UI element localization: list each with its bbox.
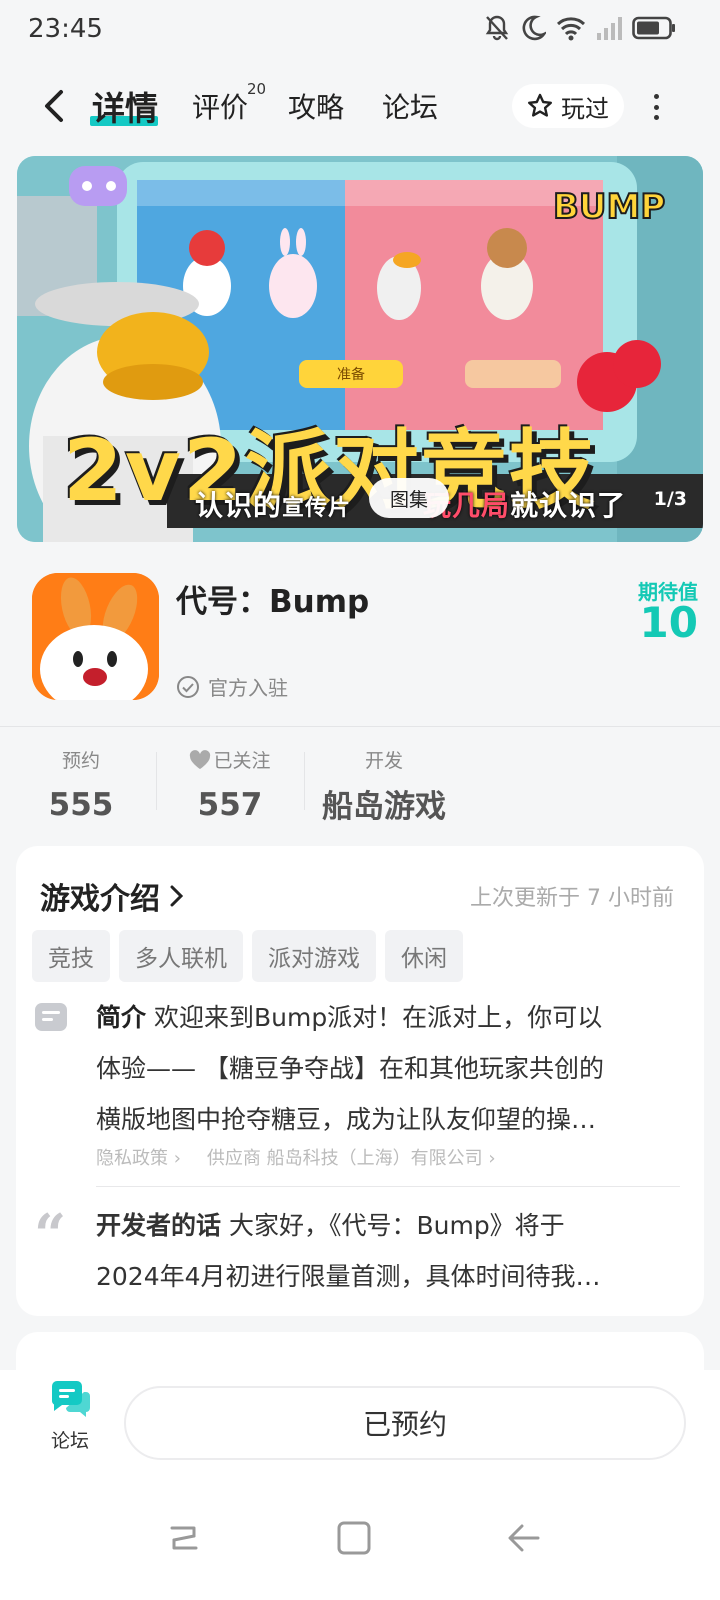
check-circle-icon [177, 675, 199, 698]
tab-reviews[interactable]: 评价 [192, 86, 248, 126]
stat-developer[interactable]: 开发 船岛游戏 [314, 746, 454, 826]
played-button[interactable]: 玩过 [512, 84, 624, 128]
stat-reservations: 预约 555 [40, 746, 122, 823]
mute-icon [485, 15, 509, 41]
bump-logo: BUMP [553, 187, 665, 227]
last-updated: 上次更新于 7 小时前 [470, 886, 674, 911]
back-nav-icon[interactable] [506, 1520, 542, 1556]
stat-label: 已关注 [213, 750, 271, 772]
quote-icon: “ [34, 1202, 67, 1268]
intro-summary[interactable]: 简介 欢迎来到Bump派对！在派对上，你可以 体验—— 【糖豆争夺战】在和其他玩… [96, 992, 676, 1145]
tag-list: 竞技 多人联机 派对游戏 休闲 [32, 930, 463, 982]
status-time: 23:45 [28, 14, 103, 44]
tag-multiplayer[interactable]: 多人联机 [119, 930, 243, 982]
intro-links: 隐私政策 › 供应商 船岛科技（上海）有限公司 › [96, 1144, 496, 1170]
stat-value: 555 [48, 787, 114, 823]
stat-separator [156, 752, 157, 810]
status-icons [484, 14, 676, 42]
dev-note-line-1: 大家好，《代号：Bump》将于 [228, 1211, 565, 1240]
summary-line-3: 横版地图中抢夺糖豆，成为让队友仰望的操… [96, 1105, 597, 1134]
official-label: 官方入驻 [208, 676, 288, 700]
official-badge: 官方入驻 [176, 672, 288, 701]
privacy-policy-link[interactable]: 隐私政策 › [96, 1144, 181, 1170]
developer-name: 船岛游戏 [322, 789, 446, 825]
media-banner[interactable]: 准备 BUMP 2v2派对竞技 认识的宣传片 玩几局就认识了 图集 1/3 [17, 156, 703, 542]
forum-tab-button[interactable]: 论坛 [40, 1380, 100, 1453]
home-icon[interactable] [336, 1520, 372, 1556]
tag-casual[interactable]: 休闲 [385, 930, 463, 982]
developer-note[interactable]: 开发者的话 大家好，《代号：Bump》将于 2024年4月初进行限量首测，具体时… [96, 1200, 676, 1302]
wifi-icon [556, 17, 586, 41]
summary-line-2: 体验—— 【糖豆争夺战】在和其他玩家共创的 [96, 1054, 604, 1083]
signal-icon [597, 17, 622, 40]
chevron-left-icon [45, 90, 63, 122]
status-bar: 23:45 [0, 0, 720, 62]
stat-label: 开发 [364, 750, 403, 772]
card-divider [96, 1186, 680, 1187]
forum-label: 论坛 [50, 1430, 89, 1452]
intro-title[interactable]: 游戏介绍 [40, 874, 184, 918]
heart-icon [190, 749, 211, 769]
supplier-link[interactable]: 供应商 船岛科技（上海）有限公司 › [207, 1144, 496, 1170]
stat-label: 预约 [61, 750, 100, 772]
game-icon [32, 573, 159, 700]
stat-followers[interactable]: 已关注 557 [180, 746, 280, 823]
summary-label: 简介 [96, 1003, 147, 1032]
banner-caption-part-2: 宣传片 [282, 496, 352, 521]
stat-value: 557 [197, 787, 263, 823]
reviews-count-badge: 20 [247, 80, 267, 98]
banner-caption-part-4: 就认识了 [510, 489, 627, 522]
bottom-action-bar: 论坛 已预约 [0, 1370, 720, 1470]
expectation-value: 10 [639, 598, 698, 647]
summary-line-1: 欢迎来到Bump派对！在派对上，你可以 [153, 1003, 603, 1032]
chevron-right-icon [170, 885, 184, 907]
dev-note-line-2: 2024年4月初进行限量首测，具体时间待我… [96, 1262, 601, 1291]
played-label: 玩过 [561, 94, 609, 123]
tab-guides[interactable]: 攻略 [288, 86, 344, 126]
top-nav: 详情 评价 20 攻略 论坛 玩过 [0, 72, 720, 142]
star-outline-icon [528, 93, 552, 117]
dev-note-label: 开发者的话 [96, 1211, 222, 1240]
bunny-app-icon [32, 573, 159, 700]
moon-icon [522, 15, 546, 41]
page-indicator: 1/3 [653, 488, 687, 510]
battery-icon [632, 16, 675, 40]
recent-apps-icon[interactable] [166, 1520, 202, 1556]
tag-party[interactable]: 派对游戏 [252, 930, 376, 982]
stat-separator [304, 752, 305, 810]
system-nav-bar [0, 1470, 720, 1600]
banner-caption-part-1: 认识的 [195, 489, 283, 522]
tab-details[interactable]: 详情 [92, 82, 158, 130]
ready-button-text: 准备 [337, 366, 365, 383]
tag-competitive[interactable]: 竞技 [32, 930, 110, 982]
gallery-button[interactable]: 图集 [369, 478, 449, 518]
more-options-button[interactable] [646, 90, 666, 124]
game-name: 代号：Bump [176, 584, 370, 620]
tab-forum[interactable]: 论坛 [382, 86, 438, 126]
summary-icon [35, 1003, 67, 1031]
section-divider [0, 726, 720, 727]
reserved-button[interactable]: 已预约 [124, 1386, 686, 1460]
forum-chat-icon [51, 1381, 90, 1417]
game-intro-card: 游戏介绍 上次更新于 7 小时前 竞技 多人联机 派对游戏 休闲 简介 欢迎来到… [16, 846, 704, 1316]
back-button[interactable] [34, 86, 74, 126]
